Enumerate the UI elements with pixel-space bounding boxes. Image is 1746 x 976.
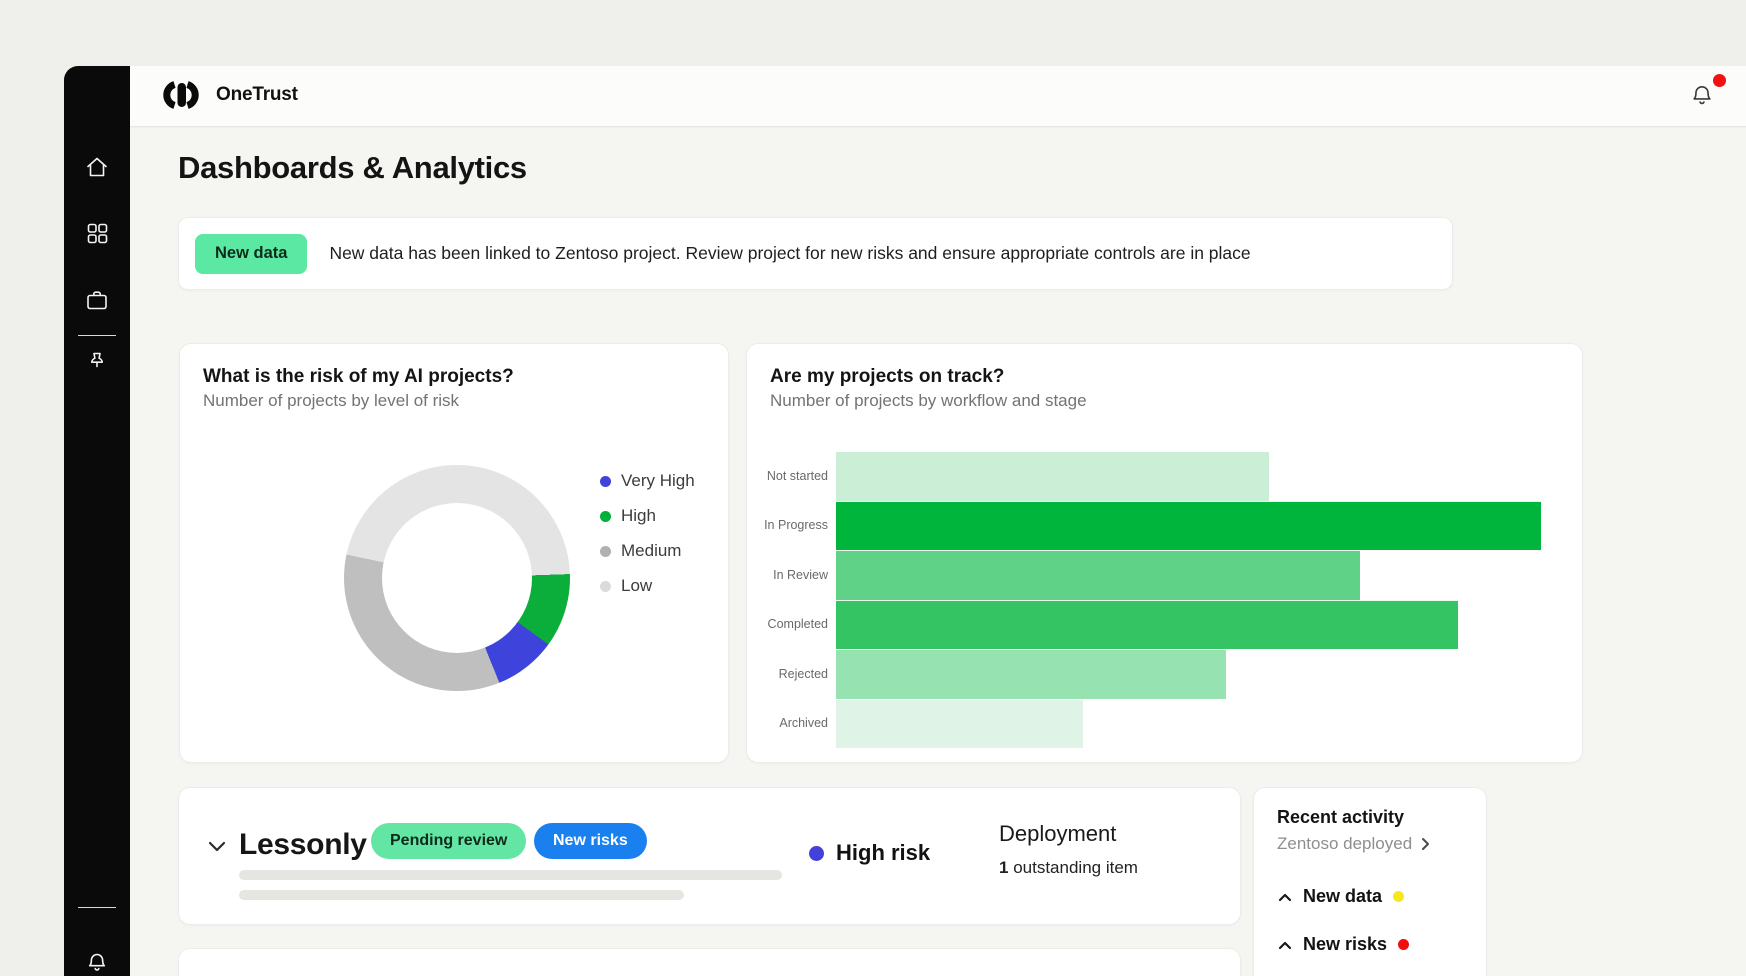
dashboard-grid-icon [84, 220, 110, 246]
track-card-title: Are my projects on track? [770, 366, 1004, 388]
bar-row: Archived [747, 699, 1545, 749]
activity-label: New data [1303, 886, 1382, 907]
sidebar-item-notifications[interactable] [64, 950, 130, 976]
recent-activity-subtitle: Zentoso deployed [1277, 834, 1412, 854]
home-icon [84, 154, 110, 180]
sidebar [64, 66, 130, 976]
legend-dot-very-high [600, 476, 611, 487]
new-data-badge: New data [195, 234, 307, 274]
bar-row: Completed [747, 600, 1545, 650]
status-badge-pending-review: Pending review [371, 823, 526, 859]
bar-archived [836, 699, 1083, 749]
legend-dot-low [600, 581, 611, 592]
risk-card-title: What is the risk of my AI projects? [203, 366, 514, 388]
project-name[interactable]: Lessonly [239, 828, 367, 862]
bar-completed [836, 600, 1458, 650]
bar-label: Not started [747, 451, 832, 501]
bar-rejected [836, 649, 1226, 699]
skeleton-line [239, 890, 684, 900]
bar-track [836, 600, 1541, 650]
bar-track [836, 501, 1541, 551]
bar-track [836, 699, 1541, 749]
next-project-card-partial [178, 948, 1241, 976]
sidebar-item-home[interactable] [64, 154, 130, 180]
activity-item-new-data[interactable]: New data [1278, 886, 1404, 907]
status-badge-new-risks: New risks [534, 823, 647, 859]
recent-activity-link[interactable]: Zentoso deployed [1277, 834, 1431, 854]
new-data-banner: New data New data has been linked to Zen… [178, 217, 1453, 290]
bar-label: Rejected [747, 649, 832, 699]
main-content: Dashboards & Analytics New data New data… [130, 128, 1746, 976]
risk-donut-chart [344, 465, 570, 691]
red-status-dot [1398, 939, 1409, 950]
risk-level-label: High risk [836, 840, 930, 866]
activity-label: New risks [1303, 934, 1387, 955]
skeleton-line [239, 870, 782, 880]
onetrust-logo-icon [158, 80, 204, 110]
bar-label: Completed [747, 600, 832, 650]
page-title: Dashboards & Analytics [178, 150, 527, 186]
legend-label: Low [621, 576, 652, 596]
sidebar-divider-bottom [78, 907, 116, 908]
sidebar-divider [78, 335, 116, 336]
pin-icon [84, 349, 110, 375]
risk-chart-card: What is the risk of my AI projects? Numb… [179, 343, 729, 763]
stage-outstanding-count: 1 outstanding item [999, 858, 1138, 878]
sidebar-item-projects[interactable] [64, 287, 130, 313]
legend-item: Medium [600, 540, 695, 562]
project-row-lessonly: Lessonly Pending review New risks High r… [178, 787, 1241, 925]
banner-message: New data has been linked to Zentoso proj… [329, 243, 1250, 264]
bar-label: In Review [747, 550, 832, 600]
sidebar-item-pinned[interactable] [64, 349, 130, 375]
legend-label: Medium [621, 541, 681, 561]
bar-track [836, 451, 1541, 501]
legend-item: Low [600, 575, 695, 597]
high-risk-dot [809, 846, 824, 861]
chevron-right-icon [1420, 836, 1431, 852]
sidebar-item-dashboards[interactable] [64, 220, 130, 246]
bar-track [836, 550, 1541, 600]
workflow-bar-chart: Not started In Progress In Review [747, 451, 1545, 748]
chevron-down-icon[interactable] [207, 839, 227, 853]
outstanding-count-suffix: outstanding item [1008, 858, 1137, 877]
donut-hole [382, 503, 532, 653]
legend-label: Very High [621, 471, 695, 491]
chevron-up-icon [1278, 892, 1292, 902]
activity-item-new-risks[interactable]: New risks [1278, 934, 1409, 955]
notification-badge [1713, 74, 1726, 87]
brand-name: OneTrust [216, 84, 298, 106]
stage-title: Deployment [999, 821, 1116, 847]
risk-card-subtitle: Number of projects by level of risk [203, 391, 459, 411]
bar-track [836, 649, 1541, 699]
bar-not-started [836, 451, 1269, 501]
track-card-subtitle: Number of projects by workflow and stage [770, 391, 1087, 411]
brand[interactable]: OneTrust [158, 80, 298, 110]
bar-row: In Review [747, 550, 1545, 600]
notifications-bell-button[interactable] [1688, 82, 1722, 114]
legend-item: Very High [600, 470, 695, 492]
top-header: OneTrust [130, 66, 1746, 127]
bar-in-review [836, 550, 1360, 600]
legend-dot-high [600, 511, 611, 522]
bar-row: Not started [747, 451, 1545, 501]
briefcase-icon [84, 287, 110, 313]
bar-label: In Progress [747, 501, 832, 551]
bar-row: In Progress [747, 501, 1545, 551]
bar-in-progress [836, 501, 1541, 551]
risk-legend: Very High High Medium Low [600, 470, 695, 610]
recent-activity-panel: Recent activity Zentoso deployed New dat… [1253, 787, 1487, 976]
legend-label: High [621, 506, 656, 526]
chevron-up-icon [1278, 940, 1292, 950]
bar-label: Archived [747, 699, 832, 749]
legend-dot-medium [600, 546, 611, 557]
bell-icon [84, 950, 110, 976]
yellow-status-dot [1393, 891, 1404, 902]
legend-item: High [600, 505, 695, 527]
bar-row: Rejected [747, 649, 1545, 699]
track-chart-card: Are my projects on track? Number of proj… [746, 343, 1583, 763]
app-window: OneTrust Dashboards & Analytics New data… [0, 0, 1746, 976]
recent-activity-title: Recent activity [1277, 807, 1404, 828]
